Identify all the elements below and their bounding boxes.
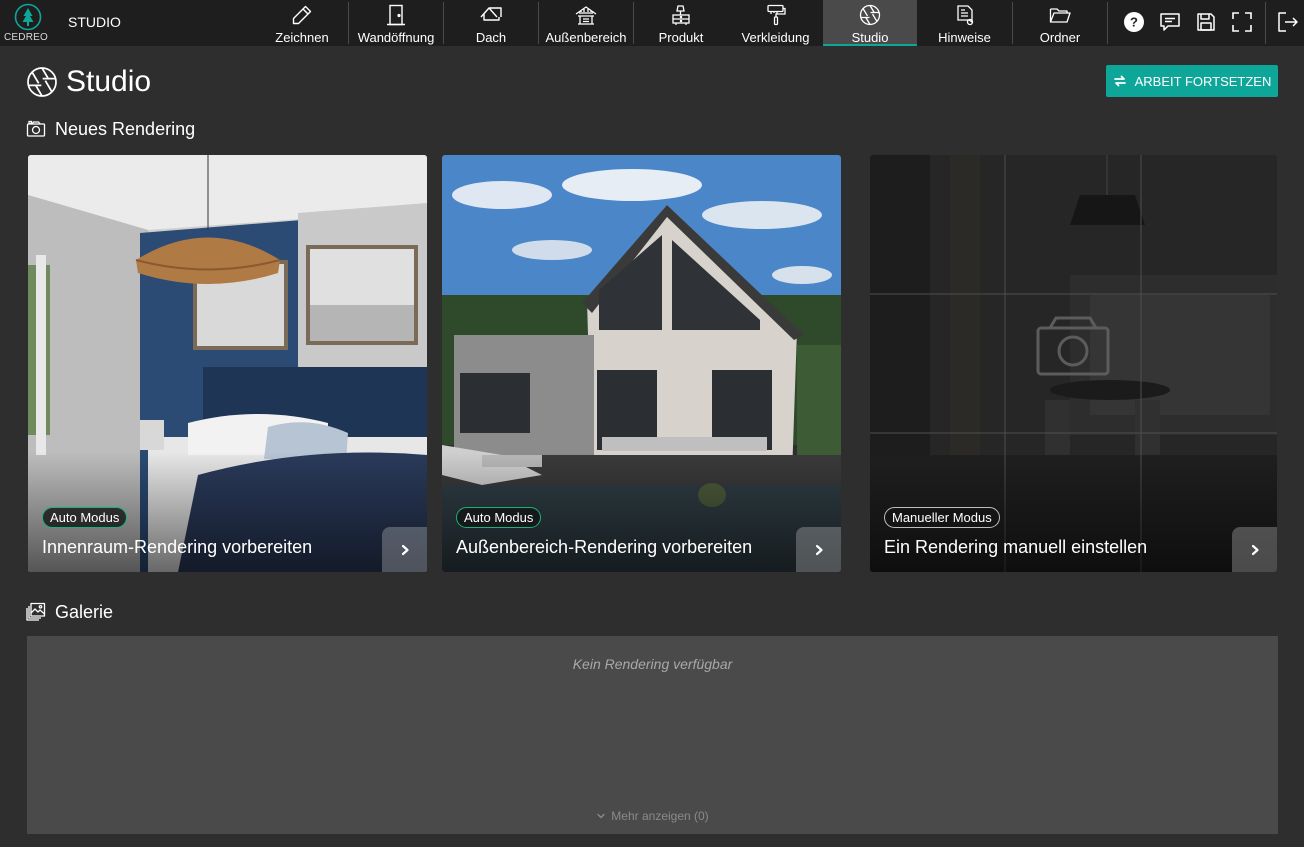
logout-icon[interactable]: [1277, 11, 1299, 33]
page-title: Studio: [66, 65, 152, 98]
nav-label: Zeichnen: [275, 30, 329, 45]
gallery-panel: Kein Rendering verfügbar Mehr anzeigen (…: [27, 636, 1278, 834]
pencil-icon: [292, 5, 312, 25]
folder-icon: [1049, 8, 1071, 23]
nav-tab-dach[interactable]: Dach: [444, 0, 538, 46]
aperture-icon: [27, 67, 57, 97]
nav-divider: [1107, 2, 1108, 44]
aperture-icon: [859, 4, 881, 26]
roof-icon: [480, 7, 502, 21]
card-open-button[interactable]: [1232, 527, 1277, 572]
brand-name: CEDREO: [4, 32, 48, 43]
save-icon[interactable]: [1195, 11, 1217, 33]
nav-label: Wandöffnung: [357, 30, 435, 45]
chevron-down-icon: [597, 813, 605, 819]
card-open-button[interactable]: [796, 527, 841, 572]
manual-mode-badge: Manueller Modus: [884, 507, 1000, 528]
nav-label: Produkt: [658, 30, 704, 45]
nav-tab-produkt[interactable]: Produkt: [634, 0, 728, 46]
show-more-label: Mehr anzeigen (0): [611, 809, 709, 823]
help-icon[interactable]: ?: [1123, 11, 1145, 33]
nav-label: Ordner: [1039, 30, 1081, 45]
comment-icon[interactable]: [1159, 11, 1181, 33]
gallery-section-title: Galerie: [26, 601, 113, 623]
nav-divider: [1265, 2, 1266, 44]
manual-rendering-card[interactable]: Manueller Modus Ein Rendering manuell ei…: [870, 155, 1277, 572]
camera-icon: [26, 120, 46, 137]
door-icon: [387, 4, 405, 26]
nav-label: Außenbereich: [545, 30, 627, 45]
interior-rendering-card[interactable]: Auto Modus Innenraum-Rendering vorbereit…: [28, 155, 427, 572]
nav-label: Studio: [851, 30, 889, 45]
nav-tab-ordner[interactable]: Ordner: [1013, 0, 1107, 46]
auto-mode-badge: Auto Modus: [456, 507, 542, 528]
nav-label: Verkleidung: [741, 30, 810, 45]
show-more-button[interactable]: Mehr anzeigen (0): [27, 809, 1278, 823]
nav-tab-wandoffnung[interactable]: Wandöffnung: [349, 0, 443, 46]
brand-logo[interactable]: CEDREO: [0, 0, 60, 46]
nav-tab-verkleidung[interactable]: Verkleidung: [728, 0, 823, 46]
chevron-right-icon: [1251, 544, 1259, 555]
card-title: Innenraum-Rendering vorbereiten: [42, 537, 313, 557]
svg-text:?: ?: [1130, 15, 1138, 30]
section-title-text: Neues Rendering: [55, 118, 196, 139]
top-navigation-bar: CEDREO STUDIO Zeichnen Wandöffnung Dach …: [0, 0, 1304, 46]
card-open-button[interactable]: [382, 527, 427, 572]
annotation-icon: [956, 5, 973, 26]
fullscreen-icon[interactable]: [1231, 11, 1253, 33]
continue-work-label: ARBEIT FORTSETZEN: [1134, 73, 1272, 89]
images-gallery-icon: [26, 602, 46, 621]
chevron-right-icon: [401, 544, 409, 555]
nav-tab-aussenbereich[interactable]: Außenbereich: [539, 0, 633, 46]
chevron-right-icon: [815, 544, 823, 555]
nav-tab-zeichnen[interactable]: Zeichnen: [256, 0, 348, 46]
pergola-icon: [575, 6, 597, 25]
nav-tab-studio[interactable]: Studio: [823, 0, 917, 46]
nav-label: Hinweise: [938, 30, 991, 45]
card-title: Außenbereich-Rendering vorbereiten: [456, 537, 753, 557]
continue-work-button[interactable]: ARBEIT FORTSETZEN: [1106, 65, 1278, 97]
cedreo-tree-logo-icon: [14, 3, 42, 31]
auto-mode-badge: Auto Modus: [42, 507, 128, 528]
nav-label: Dach: [475, 30, 507, 45]
card-title: Ein Rendering manuell einstellen: [884, 537, 1148, 557]
current-section-label: STUDIO: [68, 14, 121, 30]
paint-roller-icon: [766, 4, 786, 26]
nav-tab-hinweise[interactable]: Hinweise: [917, 0, 1012, 46]
section-title-text: Galerie: [55, 601, 114, 622]
swap-arrows-icon: [1113, 75, 1126, 87]
gallery-empty-message: Kein Rendering verfügbar: [572, 656, 733, 672]
exterior-rendering-card[interactable]: Auto Modus Außenbereich-Rendering vorber…: [442, 155, 841, 572]
furniture-icon: [672, 5, 690, 25]
new-rendering-section-title: Neues Rendering: [26, 118, 195, 140]
